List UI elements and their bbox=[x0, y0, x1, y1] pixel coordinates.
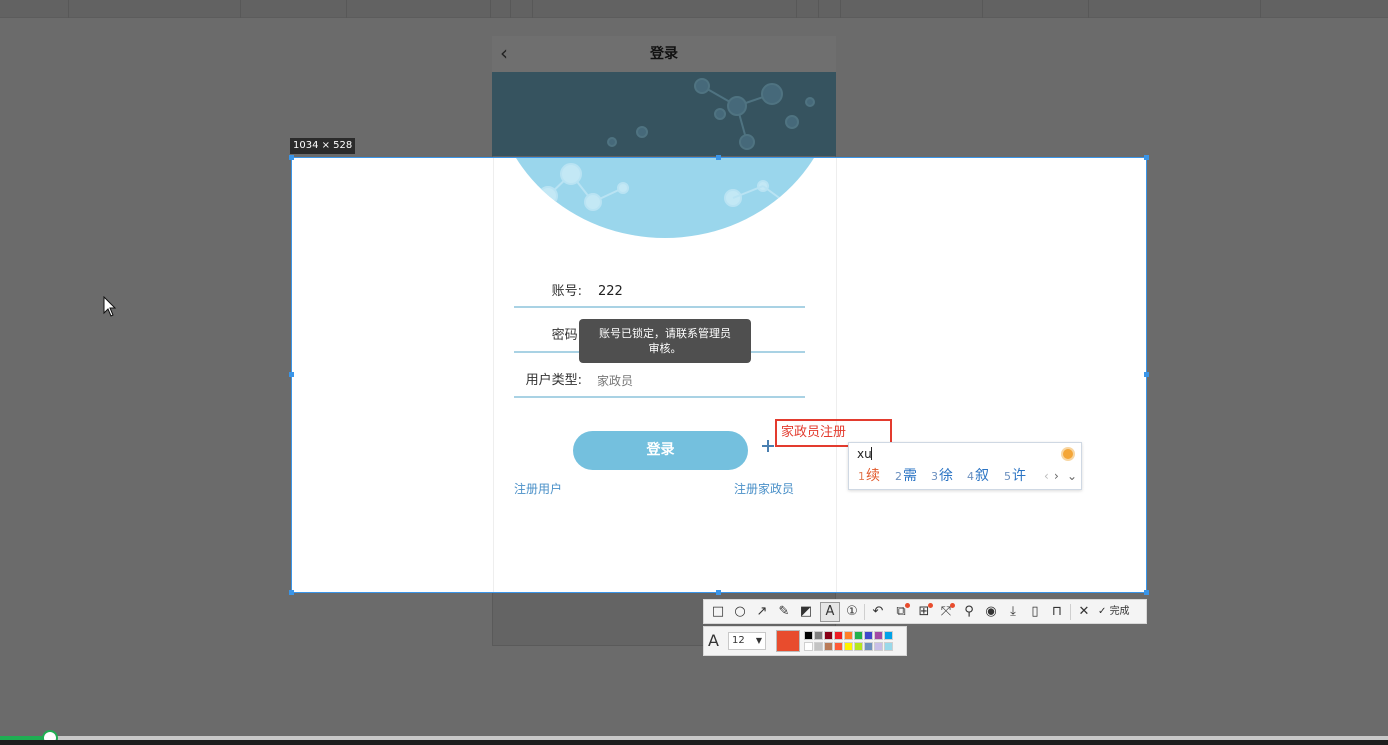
color-swatch[interactable] bbox=[804, 642, 813, 651]
page-title: 登录 bbox=[650, 46, 678, 62]
bottom-bar bbox=[0, 740, 1388, 745]
user-type-underline bbox=[514, 396, 805, 398]
account-underline bbox=[514, 306, 805, 308]
mosaic-tool-icon[interactable]: ◩ bbox=[796, 602, 816, 622]
font-icon: A bbox=[708, 631, 719, 650]
phone-send-icon[interactable]: ▯ bbox=[1025, 602, 1045, 622]
close-icon[interactable]: ✕ bbox=[1074, 602, 1094, 622]
resize-handle-ne[interactable] bbox=[1144, 155, 1149, 160]
color-swatch[interactable] bbox=[824, 631, 833, 640]
color-swatch[interactable] bbox=[864, 631, 873, 640]
ime-candidate-2[interactable]: 2需 bbox=[895, 466, 917, 486]
pin-icon[interactable]: ⚲ bbox=[959, 602, 979, 622]
back-icon[interactable]: ‹ bbox=[500, 40, 520, 66]
user-type-select[interactable]: 家政员 bbox=[597, 371, 797, 391]
register-user-link[interactable]: 注册用户 bbox=[514, 480, 594, 498]
account-label: 账号: bbox=[551, 284, 582, 299]
ime-next-icon[interactable]: › bbox=[1054, 467, 1059, 485]
ime-composition: xu bbox=[857, 447, 872, 461]
color-swatch[interactable] bbox=[864, 642, 873, 651]
ime-candidate-window: xu 1续 2需 3徐 4叙 5许 ‹ › ⌄ bbox=[848, 442, 1082, 490]
resize-handle-se[interactable] bbox=[1144, 590, 1149, 595]
color-swatch[interactable] bbox=[834, 642, 843, 651]
text-tool-icon[interactable]: A bbox=[820, 602, 840, 622]
font-size-select[interactable]: 12 ▼ bbox=[728, 632, 766, 650]
resize-handle-nw[interactable] bbox=[289, 155, 294, 160]
capture-toolbar: □ ○ ↗ ✎ ◩ A ① ↶ ⧉ ⊞ ⤧ ⚲ ◉ ⤓ ▯ ⊓ ✕ ✓ 完成 bbox=[703, 599, 1147, 624]
ime-expand-icon[interactable]: ⌄ bbox=[1067, 467, 1077, 485]
download-icon[interactable]: ⤓ bbox=[1003, 602, 1023, 622]
text-style-bar: A 12 ▼ bbox=[703, 626, 907, 656]
color-swatch[interactable] bbox=[804, 631, 813, 640]
dropdown-arrow-icon: ▼ bbox=[755, 636, 762, 645]
capture-selection[interactable]: 账号: 222 密码: 用户类型: 家政员 账号已锁定，请联系管理员 审核。 登… bbox=[291, 157, 1147, 593]
check-icon: ✓ bbox=[1098, 606, 1110, 617]
done-label: 完成 bbox=[1109, 606, 1130, 617]
ime-prev-icon[interactable]: ‹ bbox=[1044, 467, 1049, 485]
account-input[interactable]: 222 bbox=[598, 282, 798, 302]
color-swatch[interactable] bbox=[814, 631, 823, 640]
arrow-tool-icon[interactable]: ↗ bbox=[752, 602, 772, 622]
register-worker-link[interactable]: 注册家政员 bbox=[734, 480, 814, 498]
current-color-swatch[interactable] bbox=[776, 630, 800, 652]
banner-image-dimmed bbox=[492, 72, 836, 156]
font-size-value: 12 bbox=[732, 635, 745, 646]
password-label: 密码: bbox=[551, 328, 582, 343]
resize-handle-w[interactable] bbox=[289, 372, 294, 377]
color-swatch[interactable] bbox=[834, 631, 843, 640]
color-swatch[interactable] bbox=[884, 631, 893, 640]
mouse-pointer-icon bbox=[103, 296, 117, 317]
undo-icon[interactable]: ↶ bbox=[868, 602, 888, 622]
translate-tool-icon[interactable]: ⊞ bbox=[914, 602, 934, 622]
ime-logo-icon[interactable] bbox=[1061, 447, 1075, 461]
color-swatch[interactable] bbox=[854, 631, 863, 640]
ime-candidate-4[interactable]: 4叙 bbox=[967, 466, 989, 486]
color-swatch[interactable] bbox=[824, 642, 833, 651]
color-swatch[interactable] bbox=[844, 642, 853, 651]
toast-line-1: 账号已锁定，请联系管理员 bbox=[599, 327, 731, 340]
done-button[interactable]: ✓ 完成 bbox=[1098, 602, 1130, 622]
record-icon[interactable]: ◉ bbox=[981, 602, 1001, 622]
capture-size-label: 1034 × 528 bbox=[290, 138, 356, 154]
color-swatch[interactable] bbox=[884, 642, 893, 651]
ime-caret bbox=[871, 447, 872, 460]
ellipse-tool-icon[interactable]: ○ bbox=[730, 602, 750, 622]
pen-tool-icon[interactable]: ✎ bbox=[774, 602, 794, 622]
resize-handle-s[interactable] bbox=[716, 590, 721, 595]
resize-handle-e[interactable] bbox=[1144, 372, 1149, 377]
color-swatch[interactable] bbox=[854, 642, 863, 651]
ime-candidate-1[interactable]: 1续 bbox=[858, 466, 880, 486]
rectangle-tool-icon[interactable]: □ bbox=[708, 602, 728, 622]
number-tool-icon[interactable]: ① bbox=[842, 602, 862, 622]
login-button[interactable]: 登录 bbox=[573, 431, 748, 470]
color-swatch[interactable] bbox=[874, 631, 883, 640]
molecule-decoration bbox=[607, 78, 815, 150]
ime-candidate-3[interactable]: 3徐 bbox=[931, 466, 953, 486]
resize-handle-n[interactable] bbox=[716, 155, 721, 160]
toast-line-2: 审核。 bbox=[648, 342, 682, 355]
toast-message: 账号已锁定，请联系管理员 审核。 bbox=[579, 319, 751, 363]
user-type-label: 用户类型: bbox=[525, 373, 582, 388]
color-swatch[interactable] bbox=[874, 642, 883, 651]
top-strip bbox=[0, 0, 1388, 18]
color-swatch[interactable] bbox=[844, 631, 853, 640]
bookmark-icon[interactable]: ⊓ bbox=[1047, 602, 1067, 622]
ime-candidate-5[interactable]: 5许 bbox=[1004, 466, 1026, 486]
scroll-capture-icon[interactable]: ⤧ bbox=[936, 602, 956, 622]
resize-handle-sw[interactable] bbox=[289, 590, 294, 595]
crosshair-cursor-icon bbox=[762, 440, 774, 452]
color-swatch[interactable] bbox=[814, 642, 823, 651]
ocr-tool-icon[interactable]: ⧉ bbox=[891, 602, 911, 622]
